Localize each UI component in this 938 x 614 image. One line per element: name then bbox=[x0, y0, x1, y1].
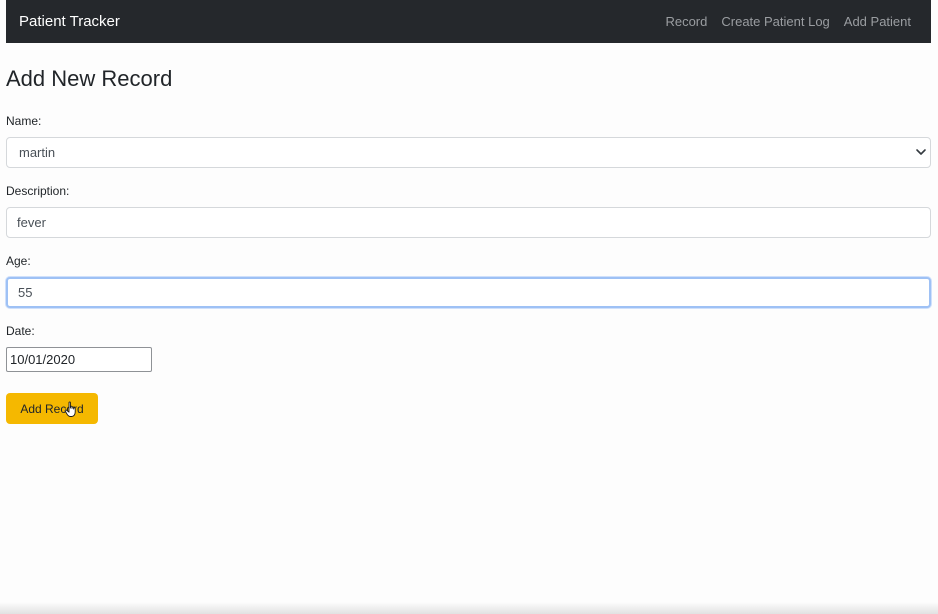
date-group: Date: bbox=[6, 324, 931, 372]
main-content: Add New Record Name: martin Description: bbox=[6, 60, 931, 424]
page-title: Add New Record bbox=[6, 66, 173, 91]
description-input[interactable] bbox=[6, 207, 931, 238]
age-label: Age: bbox=[6, 254, 31, 268]
description-group: Description: bbox=[6, 184, 931, 238]
page: Patient Tracker Record Create Patient Lo… bbox=[0, 0, 938, 614]
name-group: Name: martin bbox=[6, 114, 931, 168]
nav-links: Record Create Patient Log Add Patient bbox=[651, 14, 911, 29]
name-select[interactable]: martin bbox=[6, 137, 931, 168]
name-label: Name: bbox=[6, 114, 42, 128]
bottom-shadow bbox=[0, 602, 938, 614]
description-label: Description: bbox=[6, 184, 70, 198]
hand-pointer-icon bbox=[64, 401, 76, 417]
age-input[interactable] bbox=[6, 277, 931, 308]
name-select-wrap: martin bbox=[6, 137, 931, 168]
add-record-form: Name: martin Description: Age: bbox=[6, 114, 931, 424]
date-input[interactable] bbox=[6, 347, 152, 372]
add-record-button[interactable]: Add Record bbox=[6, 393, 98, 424]
brand-link[interactable]: Patient Tracker bbox=[19, 13, 120, 30]
nav-link-record[interactable]: Record bbox=[665, 14, 707, 29]
nav-link-add-patient[interactable]: Add Patient bbox=[844, 14, 911, 29]
age-group: Age: bbox=[6, 254, 931, 308]
date-label: Date: bbox=[6, 324, 35, 338]
navbar: Patient Tracker Record Create Patient Lo… bbox=[6, 0, 931, 43]
nav-link-create-patient-log[interactable]: Create Patient Log bbox=[721, 14, 829, 29]
